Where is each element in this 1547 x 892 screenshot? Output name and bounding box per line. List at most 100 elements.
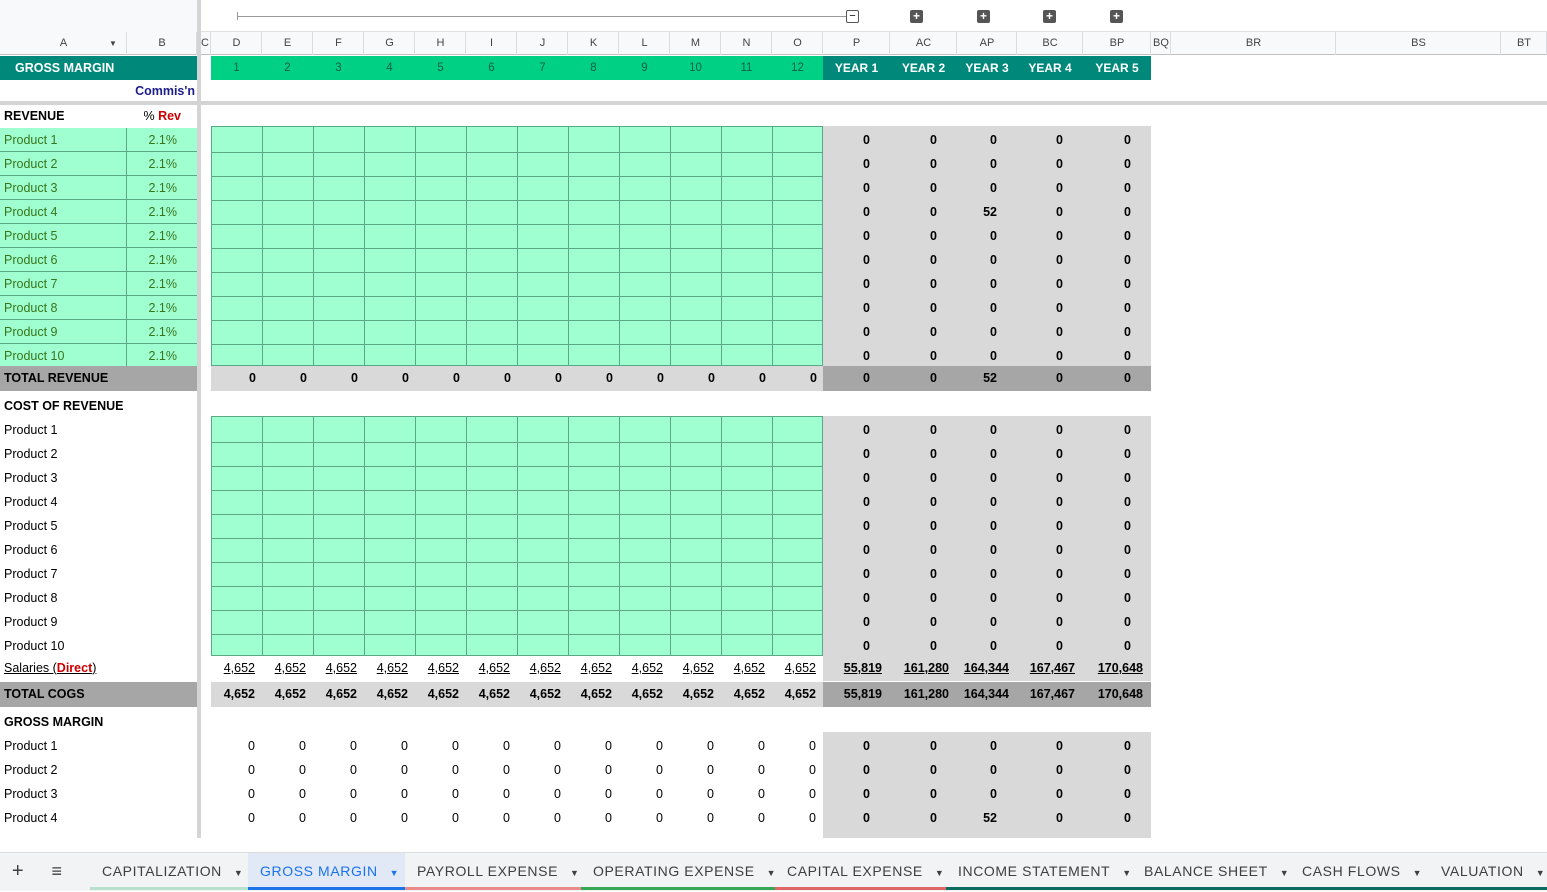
revenue-row-label[interactable]: Product 4 <box>4 200 124 224</box>
year-label: YEAR 1 <box>834 61 879 75</box>
salaries-month: 4,652 <box>376 661 408 675</box>
revenue-pct-value[interactable]: 2.1% <box>127 176 178 200</box>
sheet-tab-5[interactable]: CAPITAL EXPENSE ▼ <box>775 853 946 890</box>
spreadsheet-grid[interactable]: − + + + + A ▼ B C D E F G H I J K L M N O P AC AP BC BP BQ BR BS BT GR… <box>0 0 1547 838</box>
total-cogs-month: 4,652 <box>580 687 612 701</box>
gross-margin-month: 0 <box>809 811 816 825</box>
revenue-year-value: 0 <box>863 181 870 195</box>
grid-vline <box>262 126 263 366</box>
sheet-tab-1[interactable]: CAPITALIZATION ▼ <box>90 853 248 890</box>
cost-year-value: 0 <box>990 519 997 533</box>
grid-hline <box>211 514 823 515</box>
column-header-label: BC <box>1042 37 1058 49</box>
gross-margin-row-label: Product 4 <box>4 811 58 825</box>
cost-year-value: 0 <box>990 567 997 581</box>
sheet-tab-4[interactable]: OPERATING EXPENSE ▼ <box>581 853 776 890</box>
gross-margin-row-label: Product 1 <box>4 739 58 753</box>
revenue-pct-value[interactable]: 2.1% <box>127 152 178 176</box>
column-header-label: D <box>232 37 241 49</box>
gross-margin-year: 0 <box>863 739 870 753</box>
revenue-row-label[interactable]: Product 10 <box>4 344 124 368</box>
gross-margin-month: 0 <box>299 739 306 753</box>
revenue-year-value: 0 <box>1056 181 1063 195</box>
revenue-year-value: 0 <box>1124 157 1131 171</box>
revenue-row-label[interactable]: Product 3 <box>4 176 124 200</box>
tab-menu-chevron-icon[interactable]: ▼ <box>1280 868 1290 878</box>
gross-margin-year: 0 <box>930 763 937 777</box>
revenue-year-value: 0 <box>1056 253 1063 267</box>
total-revenue-year: 0 <box>930 371 937 385</box>
salaries-label-link[interactable]: Direct <box>57 661 92 675</box>
grid-vline <box>721 126 722 366</box>
total-revenue-month: 0 <box>453 371 460 385</box>
total-cogs-month: 4,652 <box>427 687 459 701</box>
sheet-tab-2[interactable]: GROSS MARGIN ▼ <box>248 853 405 890</box>
total-cogs-month: 4,652 <box>376 687 408 701</box>
revenue-pct-value[interactable]: 2.1% <box>127 272 178 296</box>
grid-hline <box>211 272 823 273</box>
revenue-pct-value[interactable]: 2.1% <box>127 128 178 152</box>
month-number: 3 <box>335 62 342 74</box>
gross-margin-month: 0 <box>503 811 510 825</box>
grid-hline <box>211 442 823 443</box>
revenue-pct-value[interactable]: 2.1% <box>127 224 178 248</box>
tab-menu-chevron-icon[interactable]: ▼ <box>234 868 244 878</box>
revenue-row-label[interactable]: Product 6 <box>4 248 124 272</box>
revenue-row-label[interactable]: Product 1 <box>4 128 124 152</box>
cost-year-value: 0 <box>1056 543 1063 557</box>
add-sheet-icon[interactable]: + <box>8 853 28 890</box>
revenue-year-value: 0 <box>930 277 937 291</box>
revenue-year-value: 0 <box>990 349 997 363</box>
revenue-pct-value[interactable]: 2.1% <box>127 296 178 320</box>
tab-menu-chevron-icon[interactable]: ▼ <box>1536 868 1546 878</box>
sheet-tab-9[interactable]: VALUATION ▼ <box>1429 853 1547 890</box>
sheet-tab-7[interactable]: BALANCE SHEET ▼ <box>1132 853 1290 890</box>
grid-hline <box>211 538 823 539</box>
revenue-pct-value[interactable]: 2.1% <box>127 344 178 368</box>
gross-margin-month: 0 <box>248 787 255 801</box>
gross-margin-month: 0 <box>452 739 459 753</box>
gross-margin-year: 0 <box>1124 739 1131 753</box>
tab-menu-chevron-icon[interactable]: ▼ <box>1413 868 1423 878</box>
revenue-year-value: 0 <box>930 229 937 243</box>
gross-margin-year: 0 <box>1056 787 1063 801</box>
gross-margin-month: 0 <box>554 787 561 801</box>
tab-menu-chevron-icon[interactable]: ▼ <box>390 868 400 878</box>
all-sheets-icon[interactable]: ≡ <box>46 853 68 890</box>
tab-menu-chevron-icon[interactable]: ▼ <box>1122 868 1132 878</box>
revenue-pct-value[interactable]: 2.1% <box>127 320 178 344</box>
sheet-tab-6[interactable]: INCOME STATEMENT ▼ <box>946 853 1132 890</box>
tab-menu-chevron-icon[interactable]: ▼ <box>935 868 945 878</box>
salaries-direct-label[interactable]: Salaries (Direct) <box>4 656 194 681</box>
gross-margin-month: 0 <box>350 811 357 825</box>
revenue-year-value: 0 <box>863 277 870 291</box>
total-cogs-year: 161,280 <box>903 687 949 701</box>
month-number: 12 <box>791 62 804 74</box>
revenue-row-label[interactable]: Product 7 <box>4 272 124 296</box>
cost-year-value: 0 <box>990 471 997 485</box>
frozen-row-divider <box>0 101 1547 105</box>
gross-margin-month: 0 <box>605 739 612 753</box>
column-header-label: G <box>385 37 394 49</box>
column-header-label: BP <box>1109 37 1125 49</box>
revenue-row-label[interactable]: Product 9 <box>4 320 124 344</box>
sheet-tab-8[interactable]: CASH FLOWS ▼ <box>1290 853 1429 890</box>
sheet-tab-3[interactable]: PAYROLL EXPENSE ▼ <box>405 853 581 890</box>
sheet-title: GROSS MARGIN <box>15 61 115 75</box>
revenue-year-value: 0 <box>1124 325 1131 339</box>
revenue-pct-value[interactable]: 2.1% <box>127 248 178 272</box>
tab-menu-chevron-icon[interactable]: ▼ <box>570 868 580 878</box>
gross-margin-month: 0 <box>452 787 459 801</box>
filter-dropdown-icon[interactable]: ▼ <box>105 32 121 55</box>
grid-hline <box>211 248 823 249</box>
revenue-year-value: 0 <box>990 181 997 195</box>
revenue-row-label[interactable]: Product 8 <box>4 296 124 320</box>
sheet-tab-label: CAPITALIZATION <box>102 863 222 879</box>
revenue-row-label[interactable]: Product 5 <box>4 224 124 248</box>
revenue-pct-value[interactable]: 2.1% <box>127 200 178 224</box>
grid-vline <box>619 126 620 366</box>
revenue-row-label[interactable]: Product 2 <box>4 152 124 176</box>
grid-hline <box>211 176 823 177</box>
grid-hline <box>211 296 823 297</box>
column-header-label: I <box>489 37 494 49</box>
